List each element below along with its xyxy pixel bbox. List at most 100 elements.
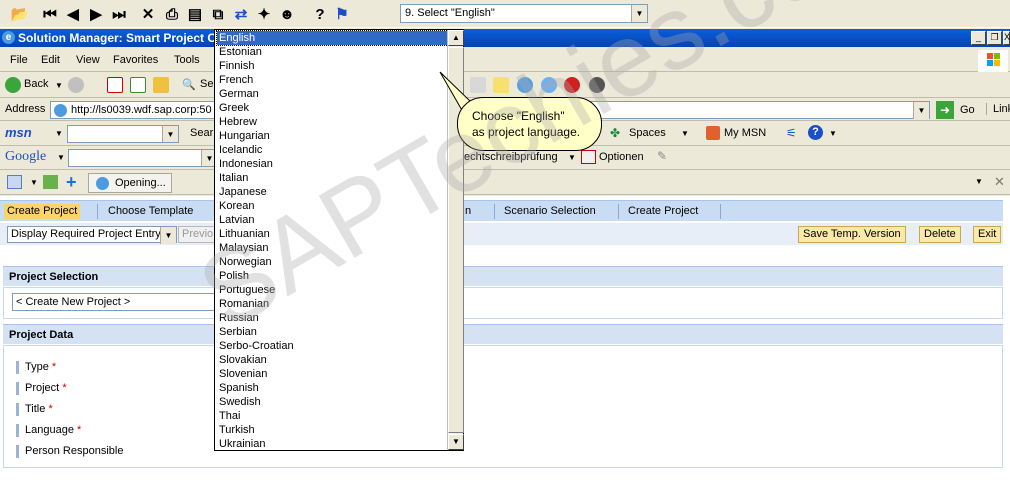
language-option[interactable]: Hebrew bbox=[217, 115, 448, 129]
scroll-up-icon[interactable]: ▲ bbox=[448, 30, 464, 46]
pencil-icon[interactable]: ✎ bbox=[657, 149, 667, 163]
language-option[interactable]: Thai bbox=[217, 409, 448, 423]
discuss-icon[interactable] bbox=[517, 77, 533, 93]
back-button[interactable]: Back bbox=[24, 78, 48, 90]
linkbar-dropdown-icon[interactable]: ▼ bbox=[975, 177, 983, 186]
links-label[interactable]: Link bbox=[986, 103, 1010, 115]
language-option[interactable]: Greek bbox=[217, 101, 448, 115]
language-option[interactable]: German bbox=[217, 87, 448, 101]
back-dropdown-icon[interactable]: ▼ bbox=[55, 81, 63, 90]
options-button[interactable]: Optionen bbox=[599, 151, 644, 163]
language-option[interactable]: Italian bbox=[217, 171, 448, 185]
close-window-button[interactable]: X bbox=[1003, 31, 1010, 45]
roadmap-step-create-project-active[interactable]: Create Project bbox=[4, 204, 81, 219]
msn-search-button[interactable]: Sear bbox=[190, 127, 213, 139]
spaces-button[interactable]: Spaces bbox=[629, 127, 666, 139]
language-option[interactable]: Serbian bbox=[217, 325, 448, 339]
close-tab-icon[interactable]: ✕ bbox=[994, 174, 1005, 190]
add-page-icon[interactable] bbox=[43, 175, 58, 189]
roadmap-step-create-project[interactable]: Create Project bbox=[628, 205, 698, 217]
favorites-dropdown-icon[interactable]: ▼ bbox=[30, 178, 38, 187]
open-folder-icon[interactable]: 📂 bbox=[10, 4, 30, 24]
notes-icon[interactable] bbox=[493, 77, 509, 93]
user-icon[interactable] bbox=[589, 77, 605, 93]
menu-file[interactable]: File bbox=[10, 54, 28, 66]
help-icon[interactable]: ? bbox=[808, 125, 823, 140]
highlight-icon[interactable]: ⚟ bbox=[786, 126, 797, 140]
menu-edit[interactable]: Edit bbox=[41, 54, 60, 66]
search-icon[interactable]: 🔍 bbox=[182, 78, 196, 91]
google-logo[interactable]: Google bbox=[5, 149, 46, 165]
chevron-down-icon[interactable]: ▼ bbox=[160, 227, 176, 244]
search-button[interactable]: Se bbox=[200, 78, 213, 90]
last-step-icon[interactable]: ⏭ bbox=[109, 4, 129, 24]
print-icon[interactable]: ⎙ bbox=[162, 4, 182, 24]
chevron-down-icon[interactable]: ▼ bbox=[913, 102, 929, 119]
language-option[interactable]: English bbox=[216, 30, 449, 46]
related-icon[interactable] bbox=[541, 77, 557, 93]
help-icon[interactable]: ? bbox=[310, 4, 330, 24]
document-icon[interactable]: ▤ bbox=[185, 4, 205, 24]
spaces-dropdown-icon[interactable]: ▼ bbox=[681, 129, 689, 138]
close-icon[interactable]: ✕ bbox=[138, 4, 158, 24]
language-option[interactable]: Norwegian bbox=[217, 255, 448, 269]
restore-button[interactable]: ❐ bbox=[987, 31, 1002, 45]
language-option[interactable]: Russian bbox=[217, 311, 448, 325]
chevron-down-icon[interactable]: ▼ bbox=[631, 5, 647, 22]
roadmap-step-truncated[interactable]: n bbox=[465, 205, 471, 217]
language-option[interactable]: Spanish bbox=[217, 381, 448, 395]
favorites-icon[interactable] bbox=[7, 175, 22, 189]
google-dropdown-icon[interactable]: ▼ bbox=[57, 153, 65, 162]
opening-tab[interactable]: Opening... bbox=[88, 173, 172, 193]
forward-arrow-icon[interactable] bbox=[68, 77, 84, 93]
mymsn-button[interactable]: My MSN bbox=[724, 127, 766, 139]
go-button[interactable]: ➜ Go bbox=[936, 101, 980, 119]
menu-favorites[interactable]: Favorites bbox=[113, 54, 158, 66]
agent-icon[interactable]: ☻ bbox=[277, 4, 297, 24]
messenger-icon[interactable] bbox=[564, 77, 580, 93]
language-option[interactable]: Polish bbox=[217, 269, 448, 283]
google-search-input[interactable]: ▼ bbox=[68, 149, 218, 167]
language-option[interactable]: Estonian bbox=[217, 45, 448, 59]
help-dropdown-icon[interactable]: ▼ bbox=[829, 129, 837, 138]
flag-icon[interactable]: ⚑ bbox=[332, 4, 352, 24]
language-option[interactable]: Indonesian bbox=[217, 157, 448, 171]
home-icon[interactable] bbox=[153, 77, 169, 93]
language-option[interactable]: Lithuanian bbox=[217, 227, 448, 241]
msn-dropdown-icon[interactable]: ▼ bbox=[55, 129, 63, 138]
language-option[interactable]: Japanese bbox=[217, 185, 448, 199]
first-step-icon[interactable]: ⏮ bbox=[40, 4, 60, 24]
add-icon[interactable]: + bbox=[66, 172, 77, 193]
copy-icon[interactable]: ⧉ bbox=[208, 4, 228, 24]
delete-button[interactable]: Delete bbox=[919, 226, 961, 243]
language-option[interactable]: Hungarian bbox=[217, 129, 448, 143]
language-option[interactable]: Slovenian bbox=[217, 367, 448, 381]
language-option[interactable]: Slovakian bbox=[217, 353, 448, 367]
previous-button[interactable]: Previo bbox=[178, 226, 218, 243]
next-step-icon[interactable]: ▶ bbox=[86, 4, 106, 24]
save-temp-version-button[interactable]: Save Temp. Version bbox=[798, 226, 906, 243]
chevron-down-icon[interactable]: ▼ bbox=[162, 126, 178, 142]
refresh-icon[interactable] bbox=[130, 77, 146, 93]
swap-icon[interactable]: ⇄ bbox=[231, 4, 251, 24]
msn-logo[interactable]: msn bbox=[5, 125, 32, 140]
language-option[interactable]: French bbox=[217, 73, 448, 87]
language-dropdown-list[interactable]: English Estonian Finnish French German Greek H… bbox=[214, 29, 464, 451]
language-option[interactable]: Serbo-Croatian bbox=[217, 339, 448, 353]
roadmap-step-scenario-selection[interactable]: Scenario Selection bbox=[504, 205, 596, 217]
language-option[interactable]: Finnish bbox=[217, 59, 448, 73]
view-select[interactable]: Display Required Project Entry ▼ bbox=[7, 226, 177, 244]
language-option[interactable]: Latvian bbox=[217, 213, 448, 227]
msn-search-input[interactable]: ▼ bbox=[67, 125, 179, 143]
step-select[interactable]: 9. Select "English" ▼ bbox=[400, 4, 648, 23]
language-option[interactable]: Malaysian bbox=[217, 241, 448, 255]
language-option[interactable]: Romanian bbox=[217, 297, 448, 311]
menu-tools[interactable]: Tools bbox=[174, 54, 200, 66]
stop-icon[interactable] bbox=[107, 77, 123, 93]
language-option[interactable]: Ukrainian bbox=[217, 437, 448, 451]
folder-star-icon[interactable]: ✦ bbox=[254, 4, 274, 24]
language-option[interactable]: Icelandic bbox=[217, 143, 448, 157]
minimize-button[interactable]: _ bbox=[971, 31, 986, 45]
menu-view[interactable]: View bbox=[76, 54, 100, 66]
exit-button[interactable]: Exit bbox=[973, 226, 1002, 243]
